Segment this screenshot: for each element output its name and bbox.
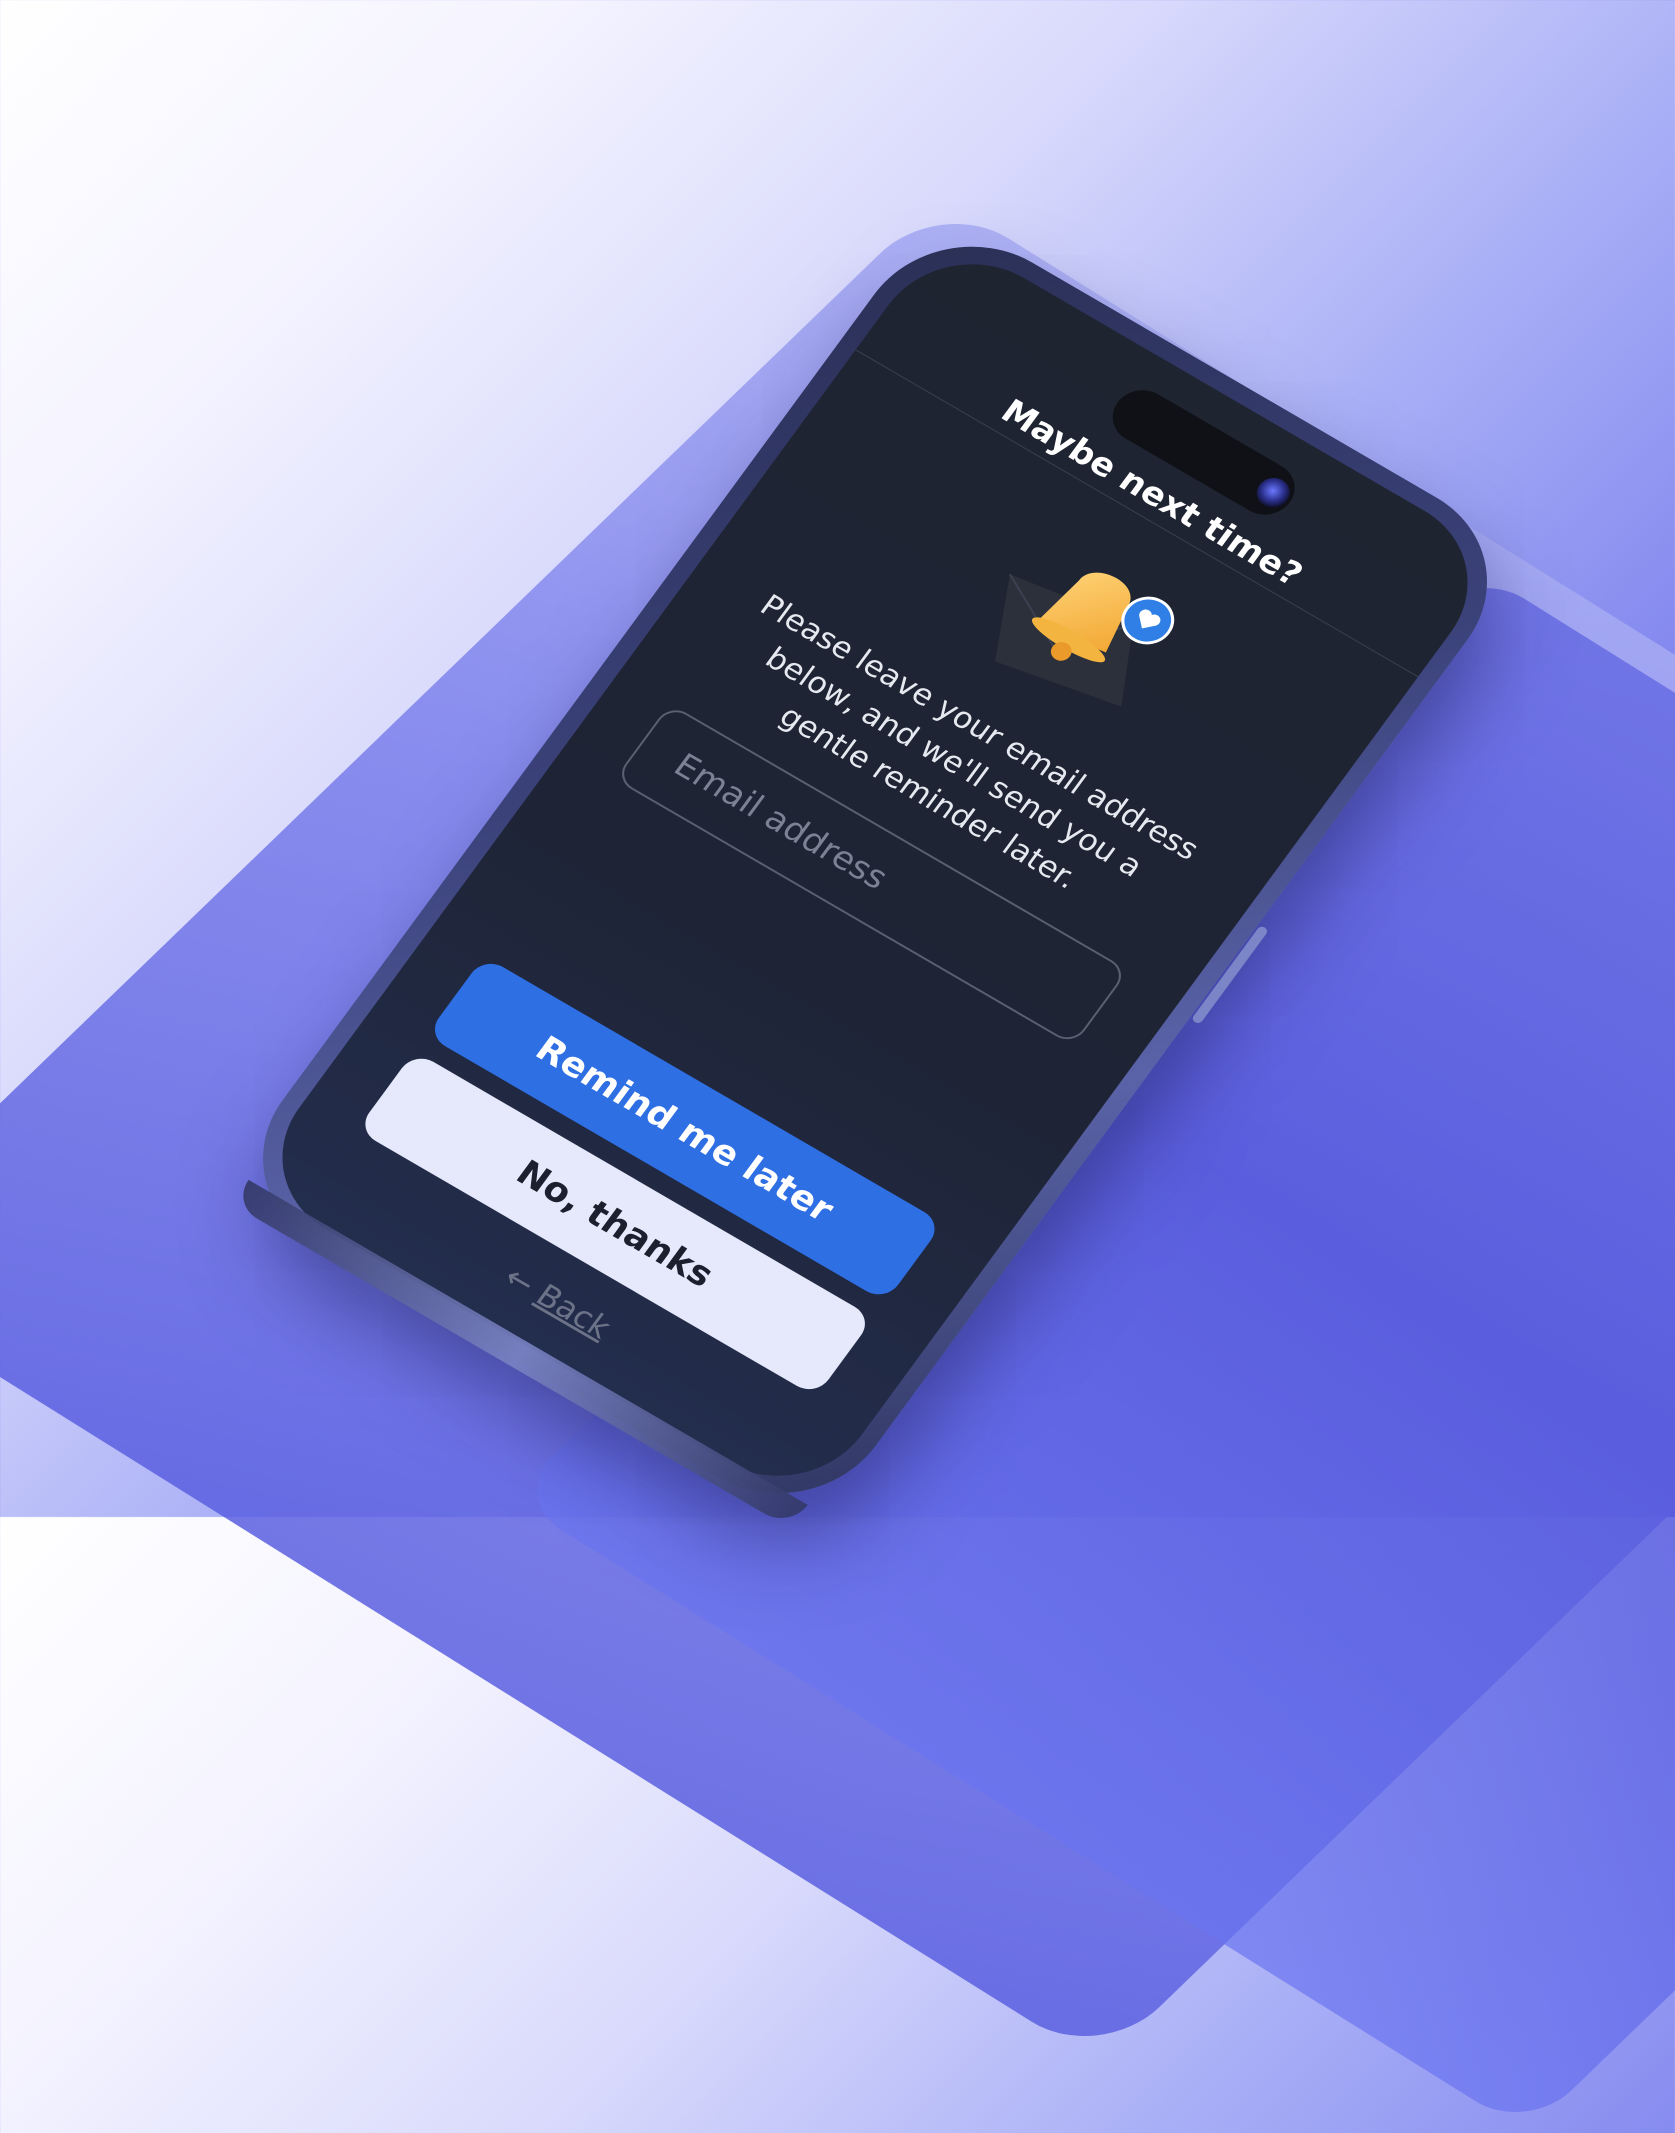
phone-device: Maybe next time? Please leave your email… xyxy=(218,207,1532,1533)
back-label: Back xyxy=(529,1276,619,1346)
stage: Maybe next time? Please leave your email… xyxy=(0,0,1675,1533)
back-arrow-icon: ← xyxy=(497,1258,543,1302)
